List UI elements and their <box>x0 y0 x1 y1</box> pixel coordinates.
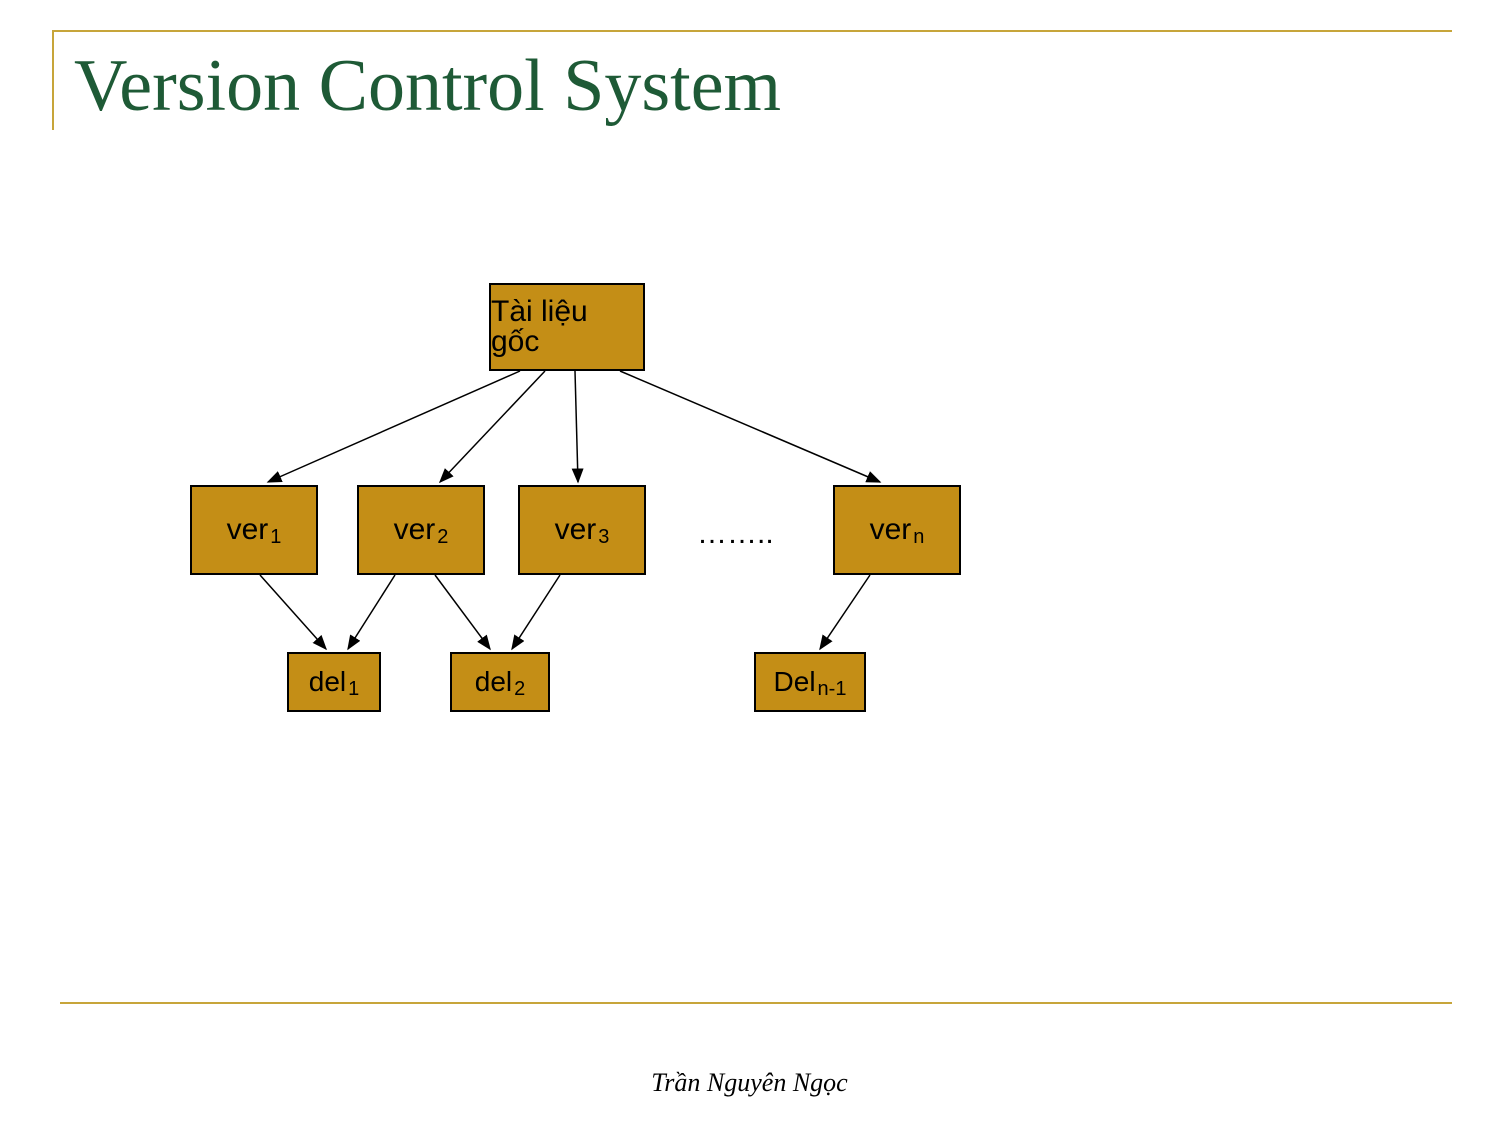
diagram-version-sub: n <box>913 527 924 547</box>
diagram-ellipsis: …….. <box>697 517 774 551</box>
diagram-version-base: ver <box>870 515 912 545</box>
diagram-version-sub: 3 <box>598 527 609 547</box>
diagram-delta-box: del 2 <box>450 652 550 712</box>
slide-footer: Trần Nguyên Ngọc <box>0 1068 1499 1098</box>
diagram-version-base: ver <box>555 515 597 545</box>
diagram-delta-base: Del <box>774 668 816 696</box>
diagram-version-base: ver <box>227 515 269 545</box>
diagram-delta-box: Del n-1 <box>754 652 866 712</box>
diagram-root-label: Tài liệu gốc <box>491 297 643 357</box>
diagram-version-box: ver 2 <box>357 485 485 575</box>
diagram-version-base: ver <box>394 515 436 545</box>
diagram-version-sub: 1 <box>270 527 281 547</box>
diagram-version-box: ver n <box>833 485 961 575</box>
frame-top-rule <box>52 30 1452 32</box>
diagram-root-box: Tài liệu gốc <box>489 283 645 371</box>
frame-bottom-rule <box>60 1002 1452 1004</box>
diagram-version-box: ver 1 <box>190 485 318 575</box>
diagram-delta-sub: 2 <box>514 679 525 699</box>
diagram-delta-base: del <box>309 668 346 696</box>
frame-left-rule <box>52 30 54 130</box>
diagram-version-box: ver 3 <box>518 485 646 575</box>
diagram-delta-sub: n-1 <box>818 679 847 699</box>
diagram-delta-sub: 1 <box>348 679 359 699</box>
diagram-delta-box: del 1 <box>287 652 381 712</box>
slide-title: Version Control System <box>74 44 781 129</box>
diagram-delta-base: del <box>475 668 512 696</box>
diagram-version-sub: 2 <box>437 527 448 547</box>
